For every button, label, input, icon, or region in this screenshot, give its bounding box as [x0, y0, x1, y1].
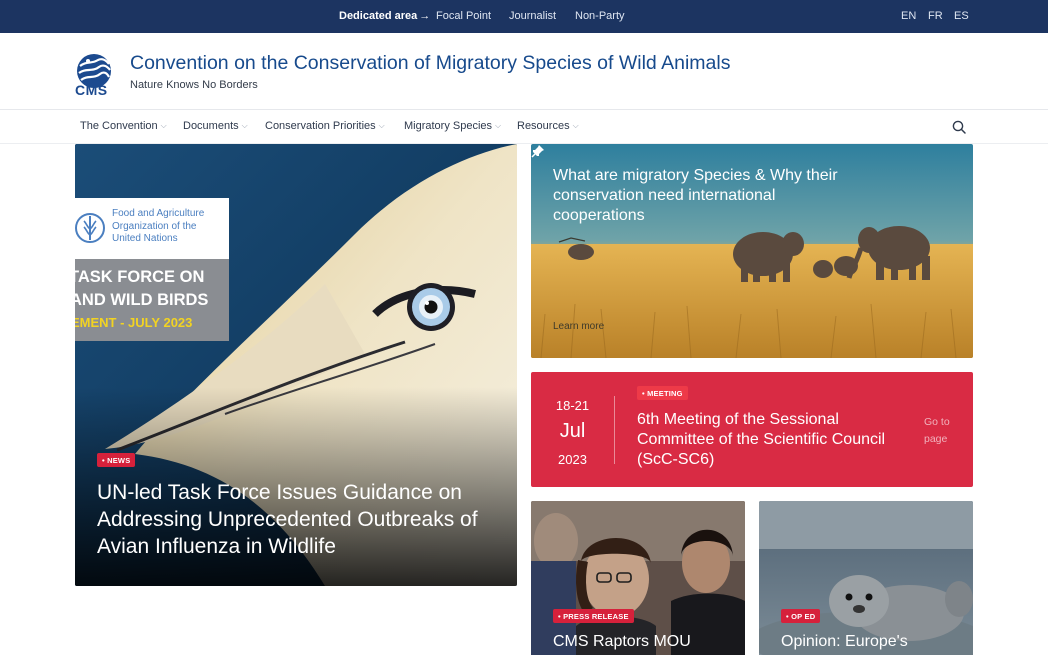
- nav-label: Resources: [517, 120, 570, 132]
- nav-item-resources[interactable]: Resources ⌵: [517, 120, 579, 132]
- main-nav: The Convention ⌵ Documents ⌵ Conservation …: [0, 110, 1048, 144]
- op-ed-badge: • OP ED: [781, 609, 821, 623]
- migratory-species-feature-card[interactable]: What are migratory Species & Why their c…: [531, 144, 973, 358]
- meeting-date-range: 18-21: [555, 398, 590, 413]
- nav-label: Migratory Species: [404, 120, 493, 132]
- fao-banner-top: Food and Agriculture Organization of the…: [75, 198, 229, 259]
- chevron-down-icon: ⌵: [378, 121, 385, 130]
- hero-headline[interactable]: UN-led Task Force Issues Guidance on Add…: [97, 479, 507, 560]
- seal-image: [759, 501, 973, 655]
- lang-en-link[interactable]: EN: [901, 10, 916, 22]
- meeting-year: 2023: [558, 452, 587, 467]
- nav-label: Conservation Priorities: [265, 120, 376, 132]
- fao-banner-bottom: TASK FORCE ON AND WILD BIRDS EMENT - JUL…: [75, 259, 229, 341]
- dedicated-area-label: Dedicated area: [339, 10, 418, 22]
- feature-title[interactable]: What are migratory Species & Why their c…: [553, 166, 863, 226]
- lang-fr-link[interactable]: FR: [928, 10, 943, 22]
- journalist-link[interactable]: Journalist: [509, 10, 556, 22]
- dedicated-area-link[interactable]: Dedicated area →: [339, 10, 430, 22]
- meeting-title[interactable]: 6th Meeting of the Sessional Committee o…: [637, 410, 917, 470]
- site-title[interactable]: Convention on the Conservation of Migrat…: [130, 52, 730, 75]
- arrow-right-icon: →: [419, 10, 431, 22]
- op-ed-title[interactable]: Opinion: Europe's: [781, 633, 908, 651]
- nav-item-documents[interactable]: Documents ⌵: [183, 120, 248, 132]
- pin-icon: [531, 145, 544, 158]
- logo-text[interactable]: CMS: [75, 82, 108, 98]
- nav-item-convention[interactable]: The Convention ⌵: [80, 120, 167, 132]
- nav-label: Documents: [183, 120, 239, 132]
- lang-es-link[interactable]: ES: [954, 10, 969, 22]
- learn-more-link[interactable]: Learn more: [553, 321, 604, 332]
- fao-line-3: EMENT - JULY 2023: [75, 315, 193, 330]
- fao-line-1: TASK FORCE ON: [75, 268, 205, 286]
- meeting-month: Jul: [559, 420, 586, 442]
- nav-item-migratory-species[interactable]: Migratory Species ⌵: [404, 120, 501, 132]
- nav-label: The Convention: [80, 120, 158, 132]
- press-photo-image: [531, 501, 745, 655]
- fao-logo-icon: [75, 213, 105, 243]
- site-tagline: Nature Knows No Borders: [130, 79, 258, 91]
- op-ed-card[interactable]: • OP ED Opinion: Europe's: [759, 501, 973, 655]
- fao-name: Food and Agriculture Organization of the…: [112, 208, 205, 244]
- meeting-divider: [614, 396, 615, 464]
- chevron-down-icon: ⌵: [495, 121, 502, 130]
- news-badge: • NEWS: [97, 453, 136, 467]
- meeting-badge: • MEETING: [637, 386, 688, 400]
- search-icon[interactable]: [951, 119, 967, 135]
- go-to-page-link[interactable]: Go to page: [924, 414, 964, 448]
- site-header: CMS Convention on the Conservation of Mi…: [0, 33, 1048, 110]
- top-bar: Dedicated area → Focal Point Journalist N…: [0, 0, 1048, 33]
- fao-banner: Food and Agriculture Organization of the…: [75, 198, 229, 341]
- nav-item-conservation-priorities[interactable]: Conservation Priorities ⌵: [265, 120, 385, 132]
- press-release-title[interactable]: CMS Raptors MOU: [553, 633, 691, 651]
- meeting-card[interactable]: 18-21 Jul 2023 • MEETING 6th Meeting of …: [531, 372, 973, 487]
- fao-line-2: AND WILD BIRDS: [75, 291, 209, 309]
- chevron-down-icon: ⌵: [572, 121, 579, 130]
- focal-point-link[interactable]: Focal Point: [436, 10, 491, 22]
- press-release-badge: • PRESS RELEASE: [553, 609, 634, 623]
- chevron-down-icon: ⌵: [160, 121, 167, 130]
- hero-news-card[interactable]: Food and Agriculture Organization of the…: [75, 144, 517, 586]
- press-release-card[interactable]: • PRESS RELEASE CMS Raptors MOU: [531, 501, 745, 655]
- chevron-down-icon: ⌵: [241, 121, 248, 130]
- non-party-link[interactable]: Non-Party: [575, 10, 625, 22]
